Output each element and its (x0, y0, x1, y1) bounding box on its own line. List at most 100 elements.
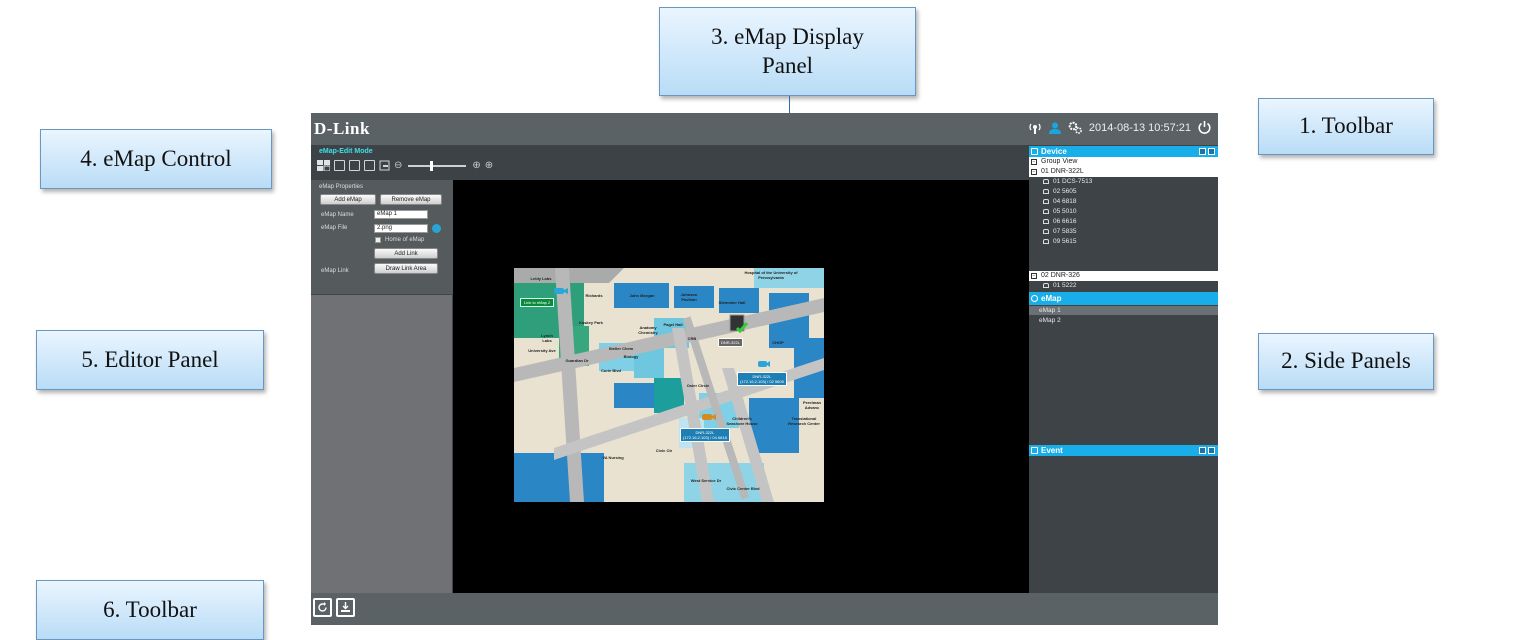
camera-icon (1043, 283, 1049, 288)
map-label: CRB (687, 336, 697, 341)
device-tag[interactable]: DNR-322L (172.16.2.103) / 02 5605 (737, 372, 787, 386)
refresh-map-icon[interactable] (334, 160, 345, 171)
camera-item[interactable]: 01 5222 (1043, 281, 1077, 291)
map-label: Leidy Labs (530, 276, 552, 281)
map-label: Civic Ctr (655, 448, 673, 453)
close-events-icon[interactable] (1208, 447, 1215, 454)
device-tag[interactable]: DNR-322L (718, 338, 743, 347)
broadcast-icon[interactable] (1028, 121, 1042, 135)
emap-properties-title: eMap Properties (319, 184, 364, 190)
add-link-button[interactable]: Add Link (374, 248, 438, 259)
top-toolbar: D-Link 2014-08-13 10:57:21 (311, 113, 1218, 145)
map-label: Stemmler Hall (718, 300, 746, 305)
callout-text: 5. Editor Panel (81, 346, 219, 372)
camera-item[interactable]: 05 5010 (1043, 207, 1077, 217)
emap-name-input[interactable]: eMap 1 (374, 210, 428, 219)
editor-panel: eMap Properties Add eMap Remove eMap eMa… (311, 180, 453, 593)
callout-emap-control: 4. eMap Control (40, 129, 272, 189)
align-right-icon[interactable] (379, 160, 390, 171)
panel-minimize-icon[interactable] (1199, 148, 1206, 155)
zoom-in-icon[interactable]: ⊕ (472, 160, 480, 171)
collapse-icon[interactable]: − (1031, 159, 1037, 165)
align-left-icon[interactable] (349, 160, 360, 171)
event-calendar-icon (1031, 447, 1038, 454)
callout-editor-panel: 5. Editor Panel (36, 330, 264, 390)
camera-icon (1043, 239, 1049, 244)
camera-item[interactable]: 09 5615 (1043, 237, 1077, 247)
map-label: Richards (585, 293, 603, 298)
device-tag-address: (172.16.2.103) / 04 6818 (683, 435, 727, 440)
camera-label: 05 5010 (1053, 208, 1077, 215)
zoom-slider[interactable] (408, 160, 467, 171)
emap-list-item[interactable]: eMap 2 (1029, 316, 1218, 325)
zoom-slider-knob[interactable] (430, 160, 434, 171)
collapse-icon[interactable]: − (1031, 169, 1037, 175)
map-label: Anatomy Chemistry (638, 325, 658, 335)
download-icon (341, 602, 350, 612)
camera-item[interactable]: 01 DCS-7513 (1043, 177, 1092, 187)
device-group-2[interactable]: − 02 DNR-326 (1029, 271, 1218, 281)
panel-expand-icon[interactable] (1208, 148, 1215, 155)
device-tag-address: (172.16.2.103) / 02 5605 (740, 379, 784, 384)
emap-panel-header: eMap (1029, 292, 1218, 305)
map-label: Civic Center Blvd (726, 486, 760, 491)
dlink-logo: D-Link (314, 119, 370, 138)
home-emap-checkbox[interactable] (375, 237, 381, 243)
event-panel-title: Event (1041, 446, 1063, 455)
callout-text: 2. Side Panels (1281, 348, 1411, 374)
map-label: Johnson Pavilion (680, 292, 698, 302)
map-label: West Service Dr (690, 478, 722, 483)
device-panel-icon (1031, 148, 1038, 155)
align-center-icon[interactable] (364, 160, 375, 171)
camera-item[interactable]: 06 6616 (1043, 217, 1077, 227)
camera-item[interactable]: 04 6818 (1043, 197, 1077, 207)
power-icon[interactable] (1197, 120, 1212, 135)
layout-icon[interactable] (317, 160, 331, 172)
refresh-button[interactable] (313, 598, 332, 617)
callout-text: 1. Toolbar (1299, 113, 1393, 139)
zoom-fit-icon[interactable]: ⊕ (485, 160, 493, 171)
pause-events-icon[interactable] (1199, 447, 1206, 454)
datetime-display: 2014-08-13 10:57:21 (1088, 121, 1191, 134)
camera-item[interactable]: 02 5605 (1043, 187, 1077, 197)
camera-icon (1043, 219, 1049, 224)
emap-image[interactable]: Hospital of the University of Pennsylvan… (514, 268, 824, 502)
emap-item-label: eMap 2 (1039, 317, 1061, 324)
emap-file-label: eMap File (321, 225, 348, 231)
camera-label: 01 5222 (1053, 282, 1077, 289)
home-emap-label: Home of eMap (385, 237, 425, 243)
map-label: Perelman Advanc (802, 400, 821, 410)
group-view-row[interactable]: − Group View (1029, 157, 1218, 167)
add-emap-button[interactable]: Add eMap (320, 194, 376, 205)
camera-icon (1043, 229, 1049, 234)
browse-file-icon[interactable] (432, 224, 441, 233)
toolbar-right: 2014-08-13 10:57:21 (1028, 120, 1212, 135)
device-panel-header: Device (1029, 146, 1218, 157)
camera-label: 02 5605 (1053, 188, 1077, 195)
map-label: Biology (623, 354, 639, 359)
map-label: CHOP (772, 340, 784, 345)
map-label: Hospital of the University of Pennsylvan… (744, 270, 798, 280)
emap-link-label: eMap Link (321, 268, 349, 274)
zoom-out-icon[interactable]: ⊖ (394, 160, 402, 171)
emap-list-item-selected[interactable]: eMap 1 (1029, 306, 1218, 315)
draw-link-area-button[interactable]: Draw Link Area (374, 263, 438, 274)
camera-item[interactable]: 07 5835 (1043, 227, 1077, 237)
save-button[interactable] (336, 598, 355, 617)
link-to-emap-tag[interactable]: Link to eMap 2 (520, 298, 555, 307)
emap-file-input[interactable]: 2.png (374, 224, 428, 233)
bottom-toolbar (311, 593, 1218, 625)
collapse-icon[interactable]: − (1031, 273, 1037, 279)
device-tag[interactable]: DNR-322L (172.16.2.103) / 04 6818 (680, 428, 730, 442)
camera-label: 01 DCS-7513 (1053, 178, 1093, 185)
user-icon[interactable] (1048, 121, 1062, 135)
remove-emap-button[interactable]: Remove eMap (380, 194, 442, 205)
settings-gear-icon[interactable] (1068, 121, 1083, 135)
device-group-1[interactable]: − 01 DNR-322L (1029, 167, 1218, 177)
callout-toolbar-bottom: 6. Toolbar (36, 580, 264, 640)
group-view-label: Group View (1041, 158, 1078, 165)
map-label: Pagel Hall (663, 322, 683, 327)
device-group-label: 01 DNR-322L (1041, 168, 1084, 175)
refresh-icon (318, 602, 327, 612)
mode-label: eMap-Edit Mode (319, 148, 373, 155)
